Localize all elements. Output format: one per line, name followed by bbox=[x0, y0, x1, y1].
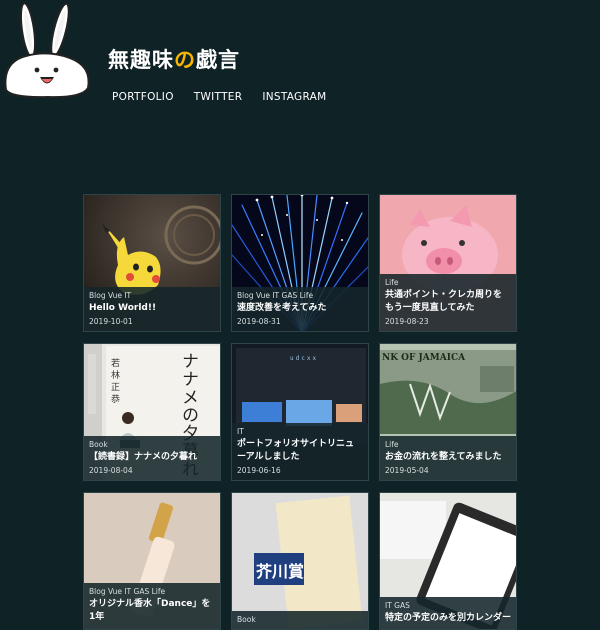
post-date: 2019-08-23 bbox=[385, 317, 429, 326]
post-tags: Blog Vue IT GAS Life bbox=[237, 291, 314, 300]
post-card[interactable]: 若林正恭 ナナメの夕暮れ Book 【読書録】ナナメの夕暮れ 2019-08-0… bbox=[83, 343, 221, 481]
post-date: 2019-06-16 bbox=[237, 466, 281, 475]
post-title[interactable]: ポートフォリオサイトリニューアルしました bbox=[237, 438, 363, 464]
post-title[interactable]: お金の流れを整えてみました bbox=[385, 451, 511, 464]
post-card[interactable]: NK OF JAMAICA Life お金の流れを整えてみました 2019-05… bbox=[379, 343, 517, 481]
post-tags: Blog Vue IT GAS Life bbox=[89, 587, 166, 596]
post-title[interactable]: オリジナル香水「Dance」を1年 bbox=[89, 598, 215, 624]
post-meta: Life 共通ポイント・クレカ周りをもう一度見直してみた 2019-08-23 bbox=[380, 274, 516, 331]
post-meta: Life お金の流れを整えてみました 2019-05-04 bbox=[380, 436, 516, 480]
post-meta: IT GAS 特定の予定のみを別カレンダー bbox=[380, 597, 516, 629]
post-title[interactable]: 特定の予定のみを別カレンダー bbox=[385, 612, 511, 625]
post-card[interactable]: Life 共通ポイント・クレカ周りをもう一度見直してみた 2019-08-23 bbox=[379, 194, 517, 332]
post-date: 2019-10-01 bbox=[89, 317, 133, 326]
post-meta: Book 【読書録】ナナメの夕暮れ 2019-08-04 bbox=[84, 436, 220, 480]
post-meta: IT ポートフォリオサイトリニューアルしました 2019-06-16 bbox=[232, 423, 368, 480]
post-date: 2019-08-31 bbox=[237, 317, 281, 326]
nav-portfolio[interactable]: PORTFOLIO bbox=[112, 91, 174, 103]
post-tags: Life bbox=[385, 440, 399, 449]
post-card[interactable]: Blog Vue IT Hello World!! 2019-10-01 bbox=[83, 194, 221, 332]
post-card[interactable]: Blog Vue IT GAS Life オリジナル香水「Dance」を1年 bbox=[83, 492, 221, 630]
post-meta: Blog Vue IT GAS Life オリジナル香水「Dance」を1年 bbox=[84, 583, 220, 629]
post-date: 2019-05-04 bbox=[385, 466, 429, 475]
post-meta: Blog Vue IT Hello World!! 2019-10-01 bbox=[84, 287, 220, 331]
post-tags: IT GAS bbox=[385, 601, 410, 610]
nav-instagram[interactable]: INSTAGRAM bbox=[262, 91, 326, 103]
banknote-label: NK OF JAMAICA bbox=[382, 353, 466, 363]
post-title[interactable]: Hello World!! bbox=[89, 302, 215, 315]
post-card[interactable]: Blog Vue IT GAS Life 速度改善を考えてみた 2019-08-… bbox=[231, 194, 369, 332]
post-title[interactable]: 【読書録】ナナメの夕暮れ bbox=[89, 451, 215, 464]
magazine-thumbnail: 芥川賞 bbox=[232, 493, 368, 629]
post-card[interactable]: IT GAS 特定の予定のみを別カレンダー bbox=[379, 492, 517, 630]
post-date: 2019-08-04 bbox=[89, 466, 133, 475]
post-title[interactable]: 共通ポイント・クレカ周りをもう一度見直してみた bbox=[385, 289, 511, 315]
post-tags: Book bbox=[89, 440, 108, 449]
screen-site-name: udcxx bbox=[290, 355, 318, 362]
magazine-label: 芥川賞 bbox=[256, 562, 304, 581]
post-tags: IT bbox=[237, 427, 244, 436]
post-tags: Book bbox=[237, 615, 256, 624]
rabbit-logo[interactable] bbox=[0, 0, 96, 100]
main-nav: PORTFOLIO TWITTER INSTAGRAM bbox=[112, 91, 327, 103]
post-meta: Book bbox=[232, 611, 368, 629]
post-meta: Blog Vue IT GAS Life 速度改善を考えてみた 2019-08-… bbox=[232, 287, 368, 331]
post-tags: Life bbox=[385, 278, 399, 287]
post-grid: Blog Vue IT Hello World!! 2019-10-01 Blo… bbox=[83, 194, 517, 630]
post-card[interactable]: 芥川賞 Book bbox=[231, 492, 369, 630]
post-card[interactable]: udcxx IT ポートフォリオサイトリニューアルしました 2019-06-16 bbox=[231, 343, 369, 481]
nav-twitter[interactable]: TWITTER bbox=[194, 91, 243, 103]
site-title[interactable]: 無趣味の戯言 bbox=[108, 44, 240, 74]
post-title[interactable]: 速度改善を考えてみた bbox=[237, 302, 363, 315]
book-author: 若林正恭 bbox=[109, 357, 120, 406]
post-tags: Blog Vue IT bbox=[89, 291, 132, 300]
